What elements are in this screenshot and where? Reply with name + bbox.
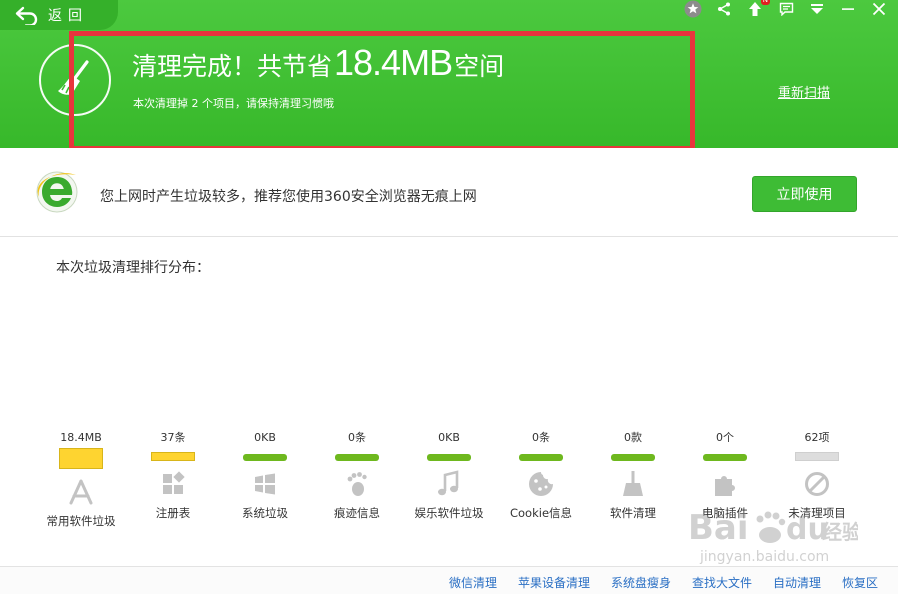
share-icon — [718, 2, 730, 16]
category-label: 注册表 — [155, 506, 191, 520]
promo-text: 您上网时产生垃圾较多，推荐您使用360安全浏览器无痕上网 — [100, 189, 477, 205]
menu-button[interactable] — [808, 0, 826, 18]
category-label: 娱乐软件垃圾 — [414, 506, 484, 520]
minimize-icon — [842, 8, 854, 10]
star-badge-icon — [684, 0, 702, 18]
browser-promo: 您上网时产生垃圾较多，推荐您使用360安全浏览器无痕上网 立即使用 — [0, 148, 898, 237]
plugin-icon — [715, 476, 735, 496]
category-entertainment[interactable]: 0KB 娱乐软件垃圾 — [401, 430, 497, 521]
category-bar — [151, 452, 195, 461]
category-common-software[interactable]: 18.4MB 常用软件垃圾 — [33, 430, 129, 529]
notification-badge: N — [760, 0, 770, 5]
result-header: 返回 N 清理完成！共节省 18.4MB 空间 本次清理掉 2 个项目，请保持清… — [0, 0, 898, 151]
category-bar — [427, 454, 471, 461]
category-value: 37条 — [160, 431, 186, 444]
category-registry[interactable]: 37条 注册表 — [125, 430, 221, 521]
category-value: 0KB — [438, 431, 460, 444]
category-label: 未清理项目 — [788, 506, 846, 520]
registry-icon — [163, 471, 185, 494]
category-label: 痕迹信息 — [334, 506, 380, 520]
menu-chevron-icon — [811, 4, 823, 14]
upgrade-button[interactable]: N — [746, 0, 770, 18]
message-icon — [779, 2, 793, 16]
app-store-icon — [69, 479, 93, 505]
category-value: 0条 — [348, 431, 366, 444]
footer-link-large-files[interactable]: 查找大文件 — [692, 574, 752, 591]
windows-icon — [255, 473, 275, 495]
share-button[interactable] — [715, 0, 733, 18]
category-system[interactable]: 0KB 系统垃圾 — [217, 430, 313, 521]
category-bar — [243, 454, 287, 461]
category-plugins[interactable]: 0个 电脑插件 — [677, 430, 773, 521]
footer-links: 微信清理 苹果设备清理 系统盘瘦身 查找大文件 自动清理 恢复区 — [0, 566, 898, 594]
footer-link-wechat[interactable]: 微信清理 — [449, 574, 497, 591]
category-value: 0条 — [532, 431, 550, 444]
footer-link-auto-clean[interactable]: 自动清理 — [773, 574, 821, 591]
category-bar — [703, 454, 747, 461]
category-bar — [795, 452, 839, 461]
category-label: Cookie信息 — [509, 506, 573, 520]
footer-link-apple[interactable]: 苹果设备清理 — [518, 574, 590, 591]
svg-text:经验: 经验 — [822, 520, 858, 544]
minimize-button[interactable] — [839, 0, 857, 18]
rescan-link[interactable]: 重新扫描 — [778, 82, 830, 101]
browser-logo-icon — [36, 171, 78, 213]
category-label: 电脑插件 — [702, 506, 748, 520]
back-arrow-icon — [15, 6, 38, 25]
footprint-icon — [347, 472, 367, 496]
footer-link-recovery[interactable]: 恢复区 — [842, 574, 878, 591]
category-bar — [335, 454, 379, 461]
use-now-button[interactable]: 立即使用 — [752, 176, 857, 212]
broom-icon — [623, 471, 643, 496]
category-label: 系统垃圾 — [242, 506, 288, 520]
feedback-button[interactable] — [777, 0, 795, 18]
close-button[interactable] — [870, 0, 888, 18]
category-value: 62项 — [804, 431, 830, 444]
category-value: 0款 — [624, 431, 642, 444]
back-button[interactable]: 返回 — [0, 0, 118, 30]
cookie-icon — [529, 472, 553, 496]
block-icon — [805, 472, 829, 496]
watermark-url: jingyan.baidu.com — [699, 549, 829, 565]
back-label: 返回 — [48, 8, 88, 24]
category-cookie[interactable]: 0条 Cookie信息 — [493, 430, 589, 521]
category-value: 0KB — [254, 431, 276, 444]
category-value: 18.4MB — [60, 431, 102, 444]
category-traces[interactable]: 0条 痕迹信息 — [309, 430, 405, 521]
category-software-clean[interactable]: 0款 软件清理 — [585, 430, 681, 521]
category-bar — [611, 454, 655, 461]
music-icon — [438, 470, 459, 496]
category-value: 0个 — [716, 431, 734, 444]
category-bar — [519, 454, 563, 461]
ranking-title: 本次垃圾清理排行分布： — [56, 260, 210, 276]
category-label: 常用软件垃圾 — [46, 514, 116, 528]
footer-link-disk-slim[interactable]: 系统盘瘦身 — [611, 574, 671, 591]
upgrade-arrow-icon — [749, 2, 761, 16]
highlight-annotation — [69, 31, 695, 151]
window-controls: N — [671, 0, 888, 18]
skin-button[interactable] — [684, 0, 702, 18]
category-uncleaned[interactable]: 62项 未清理项目 — [769, 430, 865, 521]
category-label: 软件清理 — [610, 506, 656, 520]
category-bar — [59, 448, 103, 469]
close-icon — [872, 2, 886, 16]
